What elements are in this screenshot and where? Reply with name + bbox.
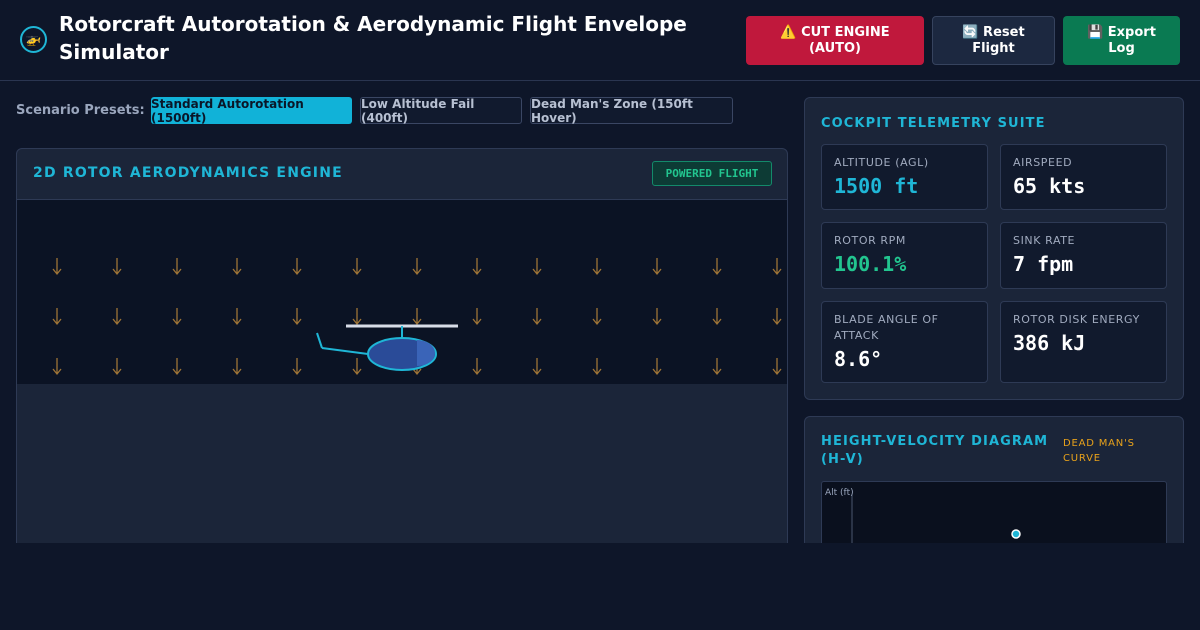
airspeed-label: AIRSPEED xyxy=(1013,156,1073,169)
downwash-arrow-icon xyxy=(412,258,422,276)
downwash-arrow-icon xyxy=(172,258,182,276)
rotor-energy-card: ROTOR DISK ENERGY 386 kJ xyxy=(1000,301,1167,383)
helicopter-icon: 🚁 xyxy=(20,26,47,53)
downwash-arrow-icon xyxy=(292,358,302,376)
downwash-arrow-icon xyxy=(52,258,62,276)
downwash-arrow-icon xyxy=(112,258,122,276)
rotor-aerodynamics-panel: 2D ROTOR AERODYNAMICS ENGINE POWERED FLI… xyxy=(16,148,788,568)
hv-y-axis-label: Alt (ft) xyxy=(825,488,854,498)
downwash-arrow-icon xyxy=(232,258,242,276)
downwash-arrow-icon xyxy=(52,358,62,376)
flight-status-badge: POWERED FLIGHT xyxy=(652,161,772,186)
downwash-arrow-icon xyxy=(52,308,62,326)
sink-rate-label: SINK RATE xyxy=(1013,234,1076,247)
downwash-arrow-icon xyxy=(772,358,782,376)
rotor-energy-label: ROTOR DISK ENERGY xyxy=(1013,313,1140,326)
preset-standard-autorotation[interactable]: Standard Autorotation (1500ft) xyxy=(151,97,352,125)
downwash-arrow-icon xyxy=(472,358,482,376)
downwash-arrow-icon xyxy=(172,358,182,376)
downwash-arrow-icon xyxy=(172,308,182,326)
downwash-arrow-icon xyxy=(772,308,782,326)
downwash-arrow-icon xyxy=(712,358,722,376)
simulation-canvas[interactable] xyxy=(17,199,787,384)
rotor-energy-value: 386 kJ xyxy=(1013,331,1086,355)
engine-panel-title: 2D ROTOR AERODYNAMICS ENGINE xyxy=(33,165,343,181)
cut-engine-button[interactable]: ⚠️ CUT ENGINE (AUTO) xyxy=(746,16,924,65)
downwash-arrow-icon xyxy=(232,358,242,376)
altitude-card: ALTITUDE (AGL) 1500 ft xyxy=(821,144,988,210)
telemetry-title: COCKPIT TELEMETRY SUITE xyxy=(821,116,1046,131)
sink-rate-card: SINK RATE 7 fpm xyxy=(1000,222,1167,289)
airspeed-card: AIRSPEED 65 kts xyxy=(1000,144,1167,210)
downwash-arrow-icon xyxy=(112,358,122,376)
simulation-svg xyxy=(52,258,782,376)
downwash-arrow-icon xyxy=(652,308,662,326)
downwash-arrow-icon xyxy=(352,308,362,326)
rotor-rpm-card: ROTOR RPM 100.1% xyxy=(821,222,988,289)
downwash-arrow-icon xyxy=(592,308,602,326)
altitude-value: 1500 ft xyxy=(834,174,919,198)
downwash-arrow-icon xyxy=(472,308,482,326)
downwash-arrow-icon xyxy=(292,258,302,276)
downwash-arrow-icon xyxy=(712,258,722,276)
preset-dead-mans-zone[interactable]: Dead Man's Zone (150ft Hover) xyxy=(530,97,733,125)
downwash-arrow-icon xyxy=(712,308,722,326)
rotor-rpm-value: 100.1% xyxy=(834,252,907,276)
downwash-arrow-icon xyxy=(592,358,602,376)
hv-diagram-title: HEIGHT-VELOCITY DIAGRAM (H-V) xyxy=(821,434,1049,467)
downwash-arrow-icon xyxy=(532,358,542,376)
downwash-arrow-icon xyxy=(232,308,242,326)
downwash-arrow-icon xyxy=(652,358,662,376)
downwash-arrow-icon xyxy=(352,258,362,276)
downwash-arrow-icon xyxy=(592,258,602,276)
dead-mans-curve-label: DEAD MAN'S CURVE xyxy=(1063,438,1135,464)
app-title: Rotorcraft Autorotation & Aerodynamic Fl… xyxy=(59,12,687,64)
rotor-rpm-label: ROTOR RPM xyxy=(834,234,906,247)
helicopter-icon xyxy=(316,324,458,371)
footer-background xyxy=(0,543,1200,630)
downwash-arrow-icon xyxy=(352,358,362,376)
sink-rate-value: 7 fpm xyxy=(1013,252,1074,276)
cockpit-telemetry-panel: COCKPIT TELEMETRY SUITE ALTITUDE (AGL) 1… xyxy=(804,97,1184,400)
airspeed-value: 65 kts xyxy=(1013,174,1086,198)
export-log-button[interactable]: 💾 Export Log xyxy=(1063,16,1180,65)
scenario-presets-label: Scenario Presets: xyxy=(16,103,145,118)
preset-low-altitude-fail[interactable]: Low Altitude Fail (400ft) xyxy=(360,97,522,125)
downwash-arrow-icon xyxy=(652,258,662,276)
current-state-marker xyxy=(1011,529,1021,539)
downwash-arrow-icon xyxy=(532,258,542,276)
blade-aoa-value: 8.6° xyxy=(834,347,883,371)
downwash-arrow-icon xyxy=(412,308,422,326)
downwash-arrow-icon xyxy=(292,308,302,326)
app-header: 🚁 Rotorcraft Autorotation & Aerodynamic … xyxy=(0,0,1200,81)
downwash-arrow-icon xyxy=(112,308,122,326)
blade-aoa-label: BLADE ANGLE OF ATTACK xyxy=(834,313,939,342)
downwash-arrow-icon xyxy=(472,258,482,276)
reset-flight-button[interactable]: 🔄 Reset Flight xyxy=(932,16,1055,65)
downwash-arrow-icon xyxy=(772,258,782,276)
ground-area xyxy=(17,384,787,567)
downwash-arrow-icon xyxy=(532,308,542,326)
blade-aoa-card: BLADE ANGLE OF ATTACK 8.6° xyxy=(821,301,988,383)
altitude-label: ALTITUDE (AGL) xyxy=(834,156,929,169)
